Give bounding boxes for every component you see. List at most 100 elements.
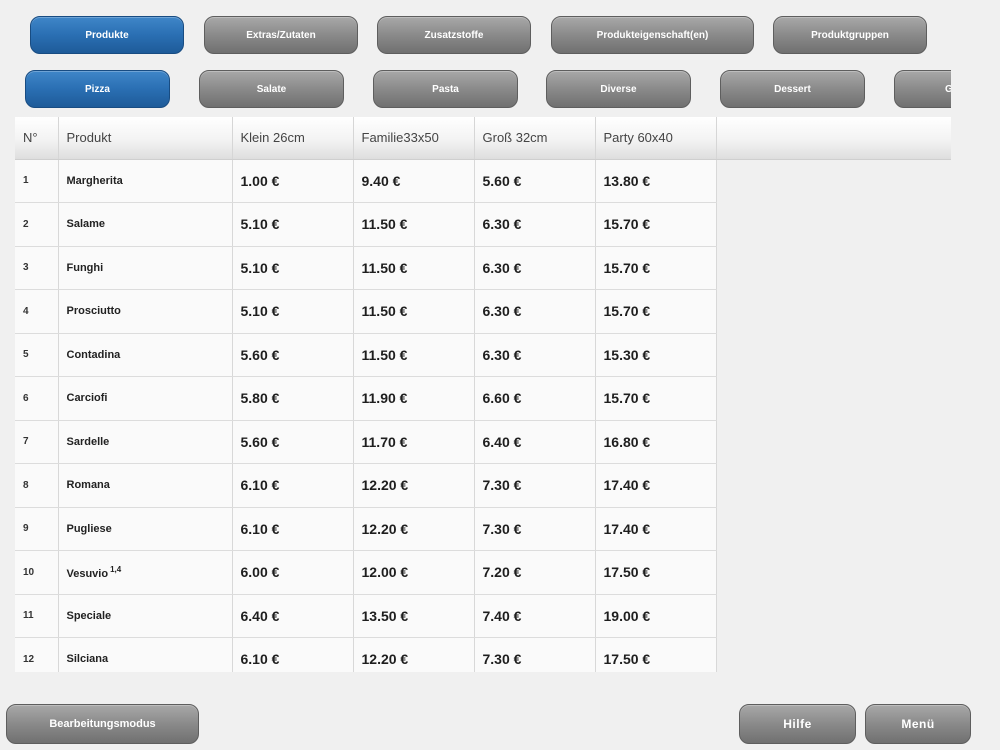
- price-cell[interactable]: 11.50 €: [353, 246, 475, 290]
- price-cell[interactable]: 12.20 €: [353, 637, 475, 672]
- table-row[interactable]: 6 Carciofi 5.80 €11.90 €6.60 €15.70 €: [15, 376, 951, 421]
- product-name-cell[interactable]: Contadina: [58, 333, 233, 377]
- table-row[interactable]: 4 Prosciutto 5.10 €11.50 €6.30 €15.70 €: [15, 289, 951, 334]
- row-filler: [716, 159, 951, 203]
- price-cell[interactable]: 7.30 €: [474, 463, 596, 508]
- price-cell[interactable]: 6.30 €: [474, 289, 596, 334]
- product-name-cell[interactable]: Vesuvio 1,4: [58, 550, 233, 595]
- product-name-cell[interactable]: Romana: [58, 463, 233, 508]
- column-header-filler: [716, 117, 951, 160]
- price-cell[interactable]: 12.20 €: [353, 507, 475, 551]
- price-cell[interactable]: 5.10 €: [232, 246, 354, 290]
- table-row[interactable]: 9 Pugliese 6.10 €12.20 €7.30 €17.40 €: [15, 507, 951, 551]
- tab-produktgruppen[interactable]: Produktgruppen: [773, 16, 927, 54]
- help-button[interactable]: Hilfe: [739, 704, 856, 744]
- price-cell[interactable]: 11.50 €: [353, 333, 475, 377]
- category-tab-partial[interactable]: G: [894, 70, 951, 108]
- price-cell[interactable]: 5.80 €: [232, 376, 354, 421]
- menu-button[interactable]: Menü: [865, 704, 971, 744]
- price-cell[interactable]: 6.30 €: [474, 333, 596, 377]
- price-cell[interactable]: 6.40 €: [232, 594, 354, 638]
- price-cell[interactable]: 12.00 €: [353, 550, 475, 595]
- table-row[interactable]: 2 Salame 5.10 €11.50 €6.30 €15.70 €: [15, 202, 951, 247]
- column-header-klein[interactable]: Klein 26cm: [232, 117, 354, 160]
- tab-extras-zutaten[interactable]: Extras/Zutaten: [204, 16, 358, 54]
- edit-mode-button[interactable]: Bearbeitungsmodus: [6, 704, 199, 744]
- price-cell[interactable]: 1.00 €: [232, 159, 354, 203]
- table-row[interactable]: 5 Contadina 5.60 €11.50 €6.30 €15.30 €: [15, 333, 951, 377]
- price-cell[interactable]: 6.10 €: [232, 637, 354, 672]
- product-name-cell[interactable]: Funghi: [58, 246, 233, 290]
- price-cell[interactable]: 15.70 €: [595, 246, 717, 290]
- column-header-product[interactable]: Produkt: [58, 117, 233, 160]
- category-tab-pizza[interactable]: Pizza: [25, 70, 170, 108]
- category-tab-salate[interactable]: Salate: [199, 70, 344, 108]
- price-cell[interactable]: 7.30 €: [474, 637, 596, 672]
- category-tab-diverse[interactable]: Diverse: [546, 70, 691, 108]
- price-cell[interactable]: 7.40 €: [474, 594, 596, 638]
- price-cell[interactable]: 5.10 €: [232, 289, 354, 334]
- tab-zusatzstoffe[interactable]: Zusatzstoffe: [377, 16, 531, 54]
- table-row[interactable]: 11 Speciale 6.40 €13.50 €7.40 €19.00 €: [15, 594, 951, 638]
- table-row[interactable]: 12 Silciana 6.10 €12.20 €7.30 €17.50 €: [15, 637, 951, 672]
- product-name-cell[interactable]: Carciofi: [58, 376, 233, 421]
- price-cell[interactable]: 6.10 €: [232, 507, 354, 551]
- price-cell[interactable]: 11.50 €: [353, 202, 475, 247]
- price-table-container[interactable]: N° Produkt Klein 26cm Familie33x50 Groß …: [15, 117, 951, 672]
- price-cell[interactable]: 17.50 €: [595, 550, 717, 595]
- price-cell[interactable]: 19.00 €: [595, 594, 717, 638]
- table-row[interactable]: 3 Funghi 5.10 €11.50 €6.30 €15.70 €: [15, 246, 951, 290]
- price-cell[interactable]: 6.30 €: [474, 246, 596, 290]
- product-name-cell[interactable]: Speciale: [58, 594, 233, 638]
- product-name-cell[interactable]: Pugliese: [58, 507, 233, 551]
- product-name-cell[interactable]: Sardelle: [58, 420, 233, 464]
- product-name-cell[interactable]: Prosciutto: [58, 289, 233, 334]
- price-cell[interactable]: 6.60 €: [474, 376, 596, 421]
- price-cell[interactable]: 13.50 €: [353, 594, 475, 638]
- row-filler: [716, 202, 951, 246]
- product-name-cell[interactable]: Salame: [58, 202, 233, 247]
- category-tab-dessert[interactable]: Dessert: [720, 70, 865, 108]
- tab-produkteigenschaften[interactable]: Produkteigenschaft(en): [551, 16, 754, 54]
- column-header-number[interactable]: N°: [15, 117, 59, 160]
- price-cell[interactable]: 11.50 €: [353, 289, 475, 334]
- price-cell[interactable]: 12.20 €: [353, 463, 475, 508]
- price-cell[interactable]: 11.70 €: [353, 420, 475, 464]
- row-number: 12: [15, 637, 59, 672]
- price-cell[interactable]: 6.40 €: [474, 420, 596, 464]
- price-cell[interactable]: 5.60 €: [232, 420, 354, 464]
- price-cell[interactable]: 5.60 €: [474, 159, 596, 203]
- column-header-familie[interactable]: Familie33x50: [353, 117, 475, 160]
- tab-label: Pizza: [84, 83, 110, 95]
- price-cell[interactable]: 13.80 €: [595, 159, 717, 203]
- price-cell[interactable]: 5.10 €: [232, 202, 354, 247]
- table-row[interactable]: 7 Sardelle 5.60 €11.70 €6.40 €16.80 €: [15, 420, 951, 464]
- price-cell[interactable]: 17.40 €: [595, 507, 717, 551]
- price-cell[interactable]: 6.30 €: [474, 202, 596, 247]
- price-cell[interactable]: 15.70 €: [595, 289, 717, 334]
- price-cell[interactable]: 15.30 €: [595, 333, 717, 377]
- tab-produkte[interactable]: Produkte: [30, 16, 184, 54]
- table-row[interactable]: 10 Vesuvio 1,4 6.00 €12.00 €7.20 €17.50 €: [15, 550, 951, 595]
- category-tab-pasta[interactable]: Pasta: [373, 70, 518, 108]
- table-row[interactable]: 1 Margherita 1.00 €9.40 €5.60 €13.80 €: [15, 159, 951, 203]
- price-cell[interactable]: 6.00 €: [232, 550, 354, 595]
- product-name-cell[interactable]: Silciana: [58, 637, 233, 672]
- price-cell[interactable]: 7.20 €: [474, 550, 596, 595]
- price-cell[interactable]: 6.10 €: [232, 463, 354, 508]
- price-cell[interactable]: 9.40 €: [353, 159, 475, 203]
- column-header-gross[interactable]: Groß 32cm: [474, 117, 596, 160]
- price-cell[interactable]: 5.60 €: [232, 333, 354, 377]
- table-row[interactable]: 8 Romana 6.10 €12.20 €7.30 €17.40 €: [15, 463, 951, 508]
- price-cell[interactable]: 15.70 €: [595, 202, 717, 247]
- price-cell[interactable]: 17.50 €: [595, 637, 717, 672]
- product-name: Contadina: [66, 348, 121, 361]
- column-header-party[interactable]: Party 60x40: [595, 117, 717, 160]
- price-cell[interactable]: 15.70 €: [595, 376, 717, 421]
- price-cell[interactable]: 11.90 €: [353, 376, 475, 421]
- price-cell[interactable]: 17.40 €: [595, 463, 717, 508]
- product-name-cell[interactable]: Margherita: [58, 159, 233, 203]
- price-cell[interactable]: 7.30 €: [474, 507, 596, 551]
- price-cell[interactable]: 16.80 €: [595, 420, 717, 464]
- row-filler: [716, 289, 951, 333]
